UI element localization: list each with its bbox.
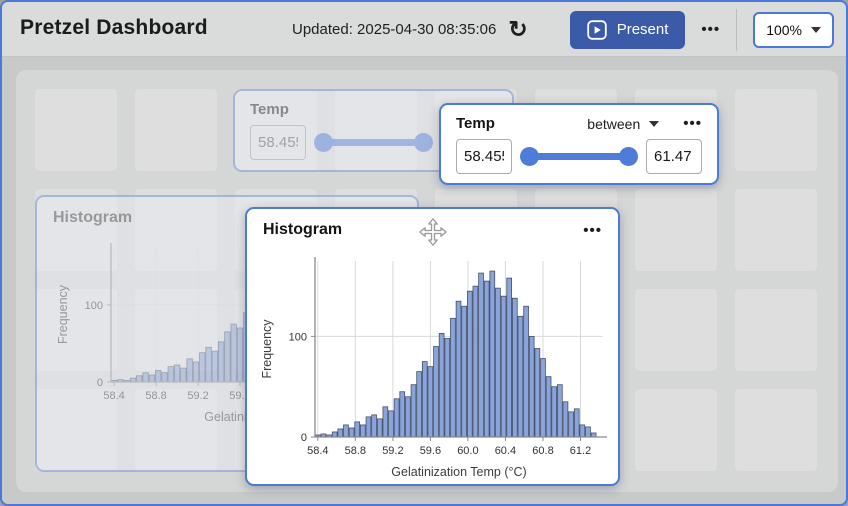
slider-handle-max [414,133,433,152]
svg-text:58.4: 58.4 [103,390,124,402]
slider-handle-min [314,133,333,152]
svg-text:60.0: 60.0 [457,445,478,457]
updated-timestamp: Updated: 2025-04-30 08:35:06 [292,21,496,38]
temp-filter-title: Temp [456,115,495,132]
svg-text:Frequency: Frequency [56,284,70,344]
header-divider [736,9,737,51]
chevron-down-icon [811,27,821,33]
svg-text:100: 100 [289,331,307,343]
svg-text:0: 0 [97,377,103,389]
temp-filter-title: Temp [250,101,289,118]
svg-text:59.6: 59.6 [420,445,441,457]
grid-tile [635,289,717,371]
temp-filter-more-button[interactable]: ••• [683,115,702,132]
grid-tile [735,89,817,171]
present-button[interactable]: Present [570,11,686,49]
svg-text:59.2: 59.2 [187,390,208,402]
grid-tile [635,389,717,471]
zoom-level-dropdown[interactable]: 100% [753,12,834,48]
temp-range-slider[interactable] [523,146,635,167]
refresh-icon: ↻ [508,16,527,42]
temp-min-input[interactable] [456,139,512,174]
header-more-options-button[interactable]: ••• [701,21,720,38]
operator-dropdown[interactable]: between [587,116,659,132]
grid-tile [735,289,817,371]
grid-tile [635,189,717,271]
histogram-title: Histogram [263,221,342,239]
svg-text:61.2: 61.2 [570,445,591,457]
temp-filter-card: Temp between ••• [439,103,719,185]
page-title: Pretzel Dashboard [20,16,208,40]
grid-tile [35,89,117,171]
svg-text:60.8: 60.8 [532,445,553,457]
histogram-chart: 58.4 58.8 59.2 59.6 60.0 60.4 60.8 61.2 0 100 Gela… [257,251,613,488]
svg-text:100: 100 [85,300,103,312]
present-button-label: Present [617,21,669,38]
refresh-button[interactable]: ↻ [506,18,529,41]
svg-text:58.4: 58.4 [307,445,328,457]
histogram-title: Histogram [53,209,132,227]
app-window: Pretzel Dashboard Updated: 2025-04-30 08… [0,0,848,506]
svg-text:58.8: 58.8 [345,445,366,457]
updated-group: Updated: 2025-04-30 08:35:06 ↻ [292,2,530,57]
svg-text:Frequency: Frequency [260,319,274,379]
slider-track [525,153,633,160]
move-icon [418,217,448,247]
move-handle[interactable] [418,217,448,250]
slider-track [319,139,428,146]
grid-tile [135,89,217,171]
grid-tile [735,389,817,471]
svg-text:58.8: 58.8 [145,390,166,402]
svg-text:0: 0 [301,432,307,444]
svg-text:Gelatinization Temp (°C): Gelatinization Temp (°C) [391,465,526,479]
svg-text:60.4: 60.4 [495,445,516,457]
header-actions: Present ••• 100% [570,2,834,57]
grid-tile [735,189,817,271]
svg-text:59.2: 59.2 [382,445,403,457]
temp-range-slider-ghost [317,132,430,153]
zoom-level-value: 100% [766,22,802,38]
slider-handle-max[interactable] [619,147,638,166]
temp-max-input[interactable] [646,139,702,174]
histogram-more-button[interactable]: ••• [583,222,602,239]
play-icon [587,20,607,40]
histogram-card: Histogram ••• 58.4 58.8 59.2 59.6 60.0 60.4 60… [245,207,620,486]
operator-label: between [587,116,640,132]
temp-min-input-ghost [250,125,306,160]
chevron-down-icon [649,121,659,127]
header: Pretzel Dashboard Updated: 2025-04-30 08… [2,2,846,57]
slider-handle-min[interactable] [520,147,539,166]
